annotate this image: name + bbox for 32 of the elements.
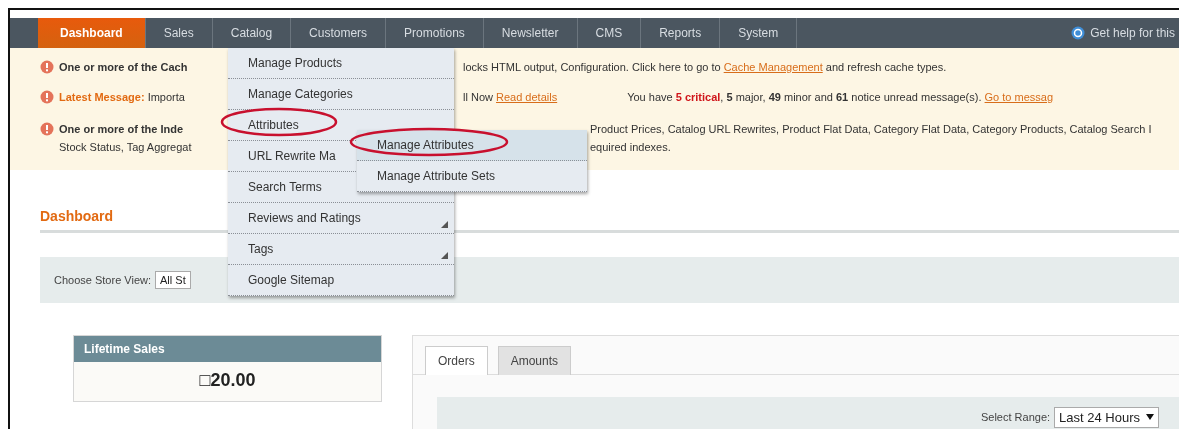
store-view-label: Choose Store View:: [54, 274, 152, 286]
warning-icon: [40, 122, 54, 136]
menu-item[interactable]: Tags: [228, 234, 454, 265]
submenu-arrow-icon: [441, 252, 448, 259]
submenu-item[interactable]: Manage Attribute Sets: [357, 161, 587, 192]
help-link[interactable]: Get help for this: [1090, 26, 1175, 40]
message-text: One or more of the Inde: [59, 123, 185, 135]
dropdown-arrow-icon: [1146, 414, 1154, 420]
warning-icon: [40, 90, 54, 104]
nav-tab[interactable]: Dashboard: [38, 18, 146, 48]
store-view-select[interactable]: All St: [155, 271, 191, 289]
menu-item[interactable]: Manage Categories: [228, 79, 454, 110]
help-icon: [1071, 26, 1086, 40]
menu-item[interactable]: Reviews and Ratings: [228, 203, 454, 234]
warning-icon: [40, 60, 54, 74]
message-text: ll Now Read details: [463, 91, 558, 103]
menu-item[interactable]: Google Sitemap: [228, 265, 454, 296]
submenu-arrow-icon: [441, 221, 448, 228]
message-text: One or more of the Cach: [59, 61, 189, 73]
card-title: Lifetime Sales: [74, 336, 381, 362]
range-select[interactable]: Last 24 Hours: [1054, 406, 1159, 428]
message-text: equired indexes.: [590, 141, 671, 153]
message-text: Product Prices, Catalog URL Rewrites, Product Flat Data, Category Flat Data, Category Products, Catalog Search I: [590, 123, 1152, 135]
message-text: Latest Message: Importa: [59, 91, 186, 103]
chart-tab[interactable]: Orders: [425, 346, 488, 375]
message-text: Stock Status, Tag Aggregat: [59, 141, 193, 153]
range-label: Select Range:: [980, 411, 1051, 423]
menu-item[interactable]: Manage Products: [228, 48, 454, 79]
notice-text: You have 5 critical, 5 major, 49 minor and 61 notice unread message(s). Go to messag: [627, 91, 1054, 103]
sales-value: □20.00: [198, 369, 257, 392]
message-text: locks HTML output, Configuration. Click here to go to Cache Management and refresh cache types.: [463, 61, 947, 73]
chart-tab[interactable]: Amounts: [497, 346, 572, 375]
